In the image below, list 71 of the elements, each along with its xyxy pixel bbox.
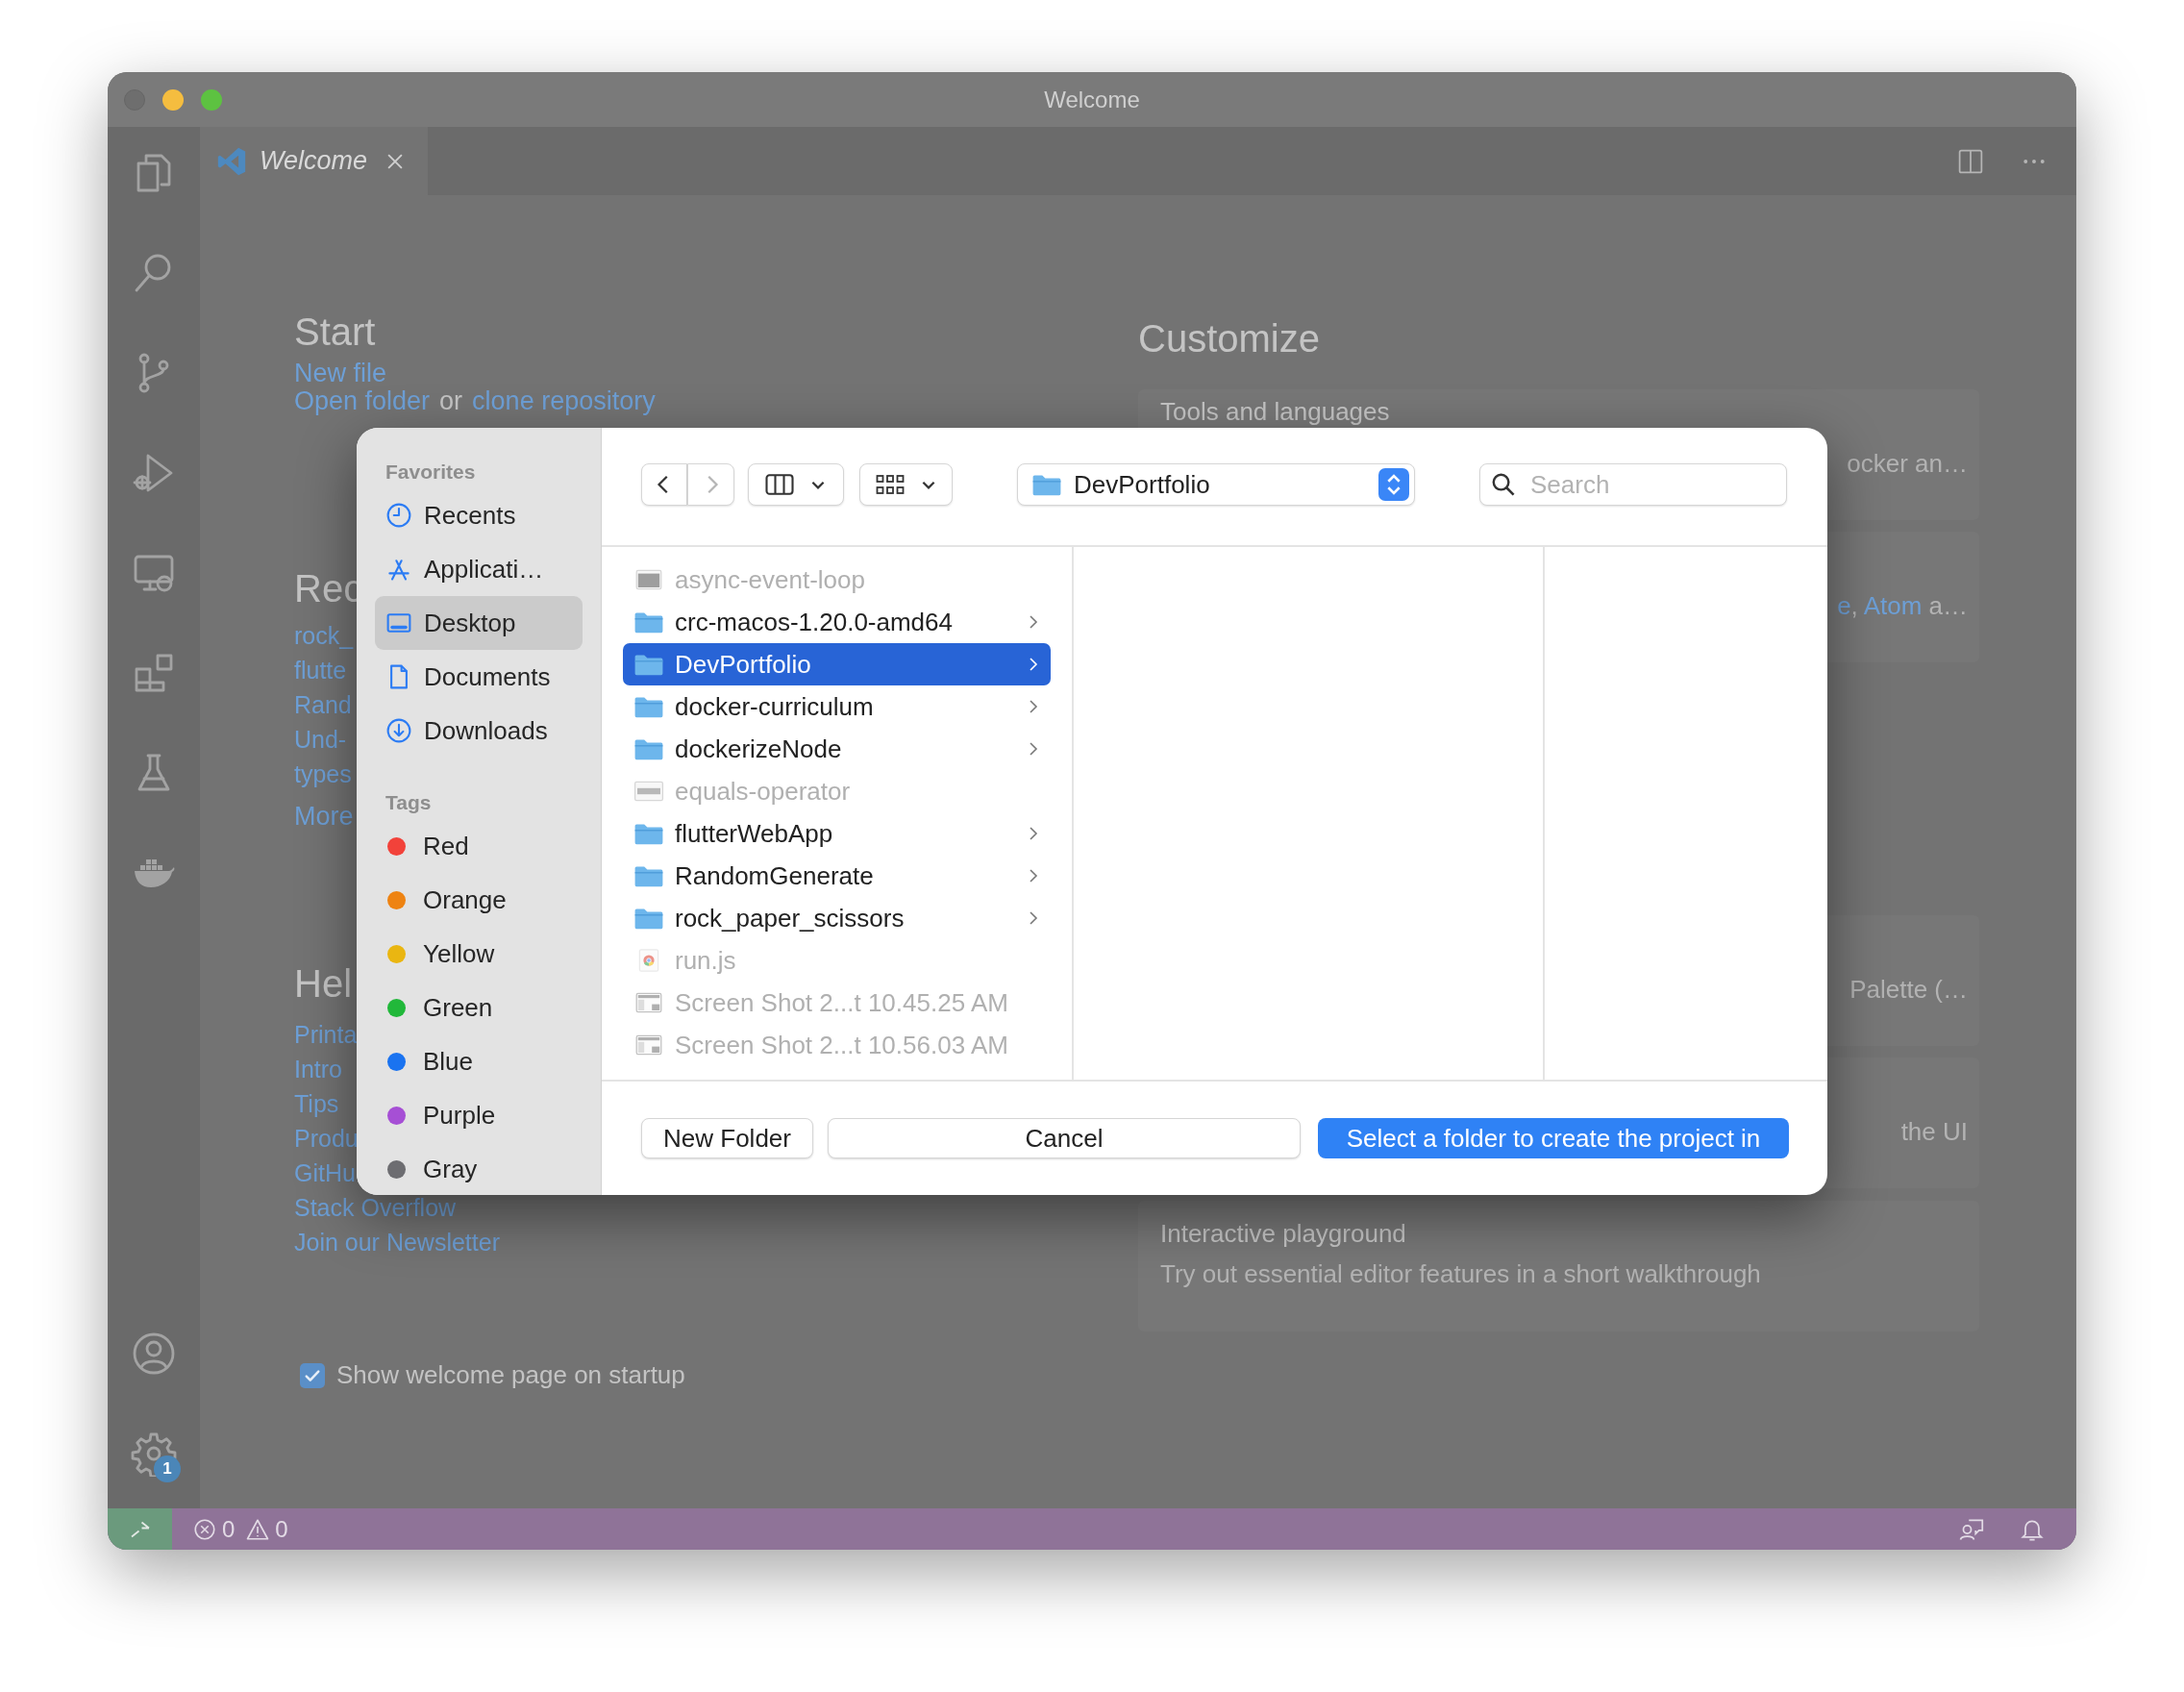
tag-item[interactable]: Orange: [375, 873, 583, 927]
account-icon[interactable]: [131, 1331, 177, 1377]
confirm-button[interactable]: Select a folder to create the project in: [1318, 1118, 1789, 1158]
card-description: e, Atom a…: [1837, 591, 1968, 620]
cancel-button[interactable]: Cancel: [828, 1118, 1301, 1158]
sidebar-heading: Tags: [385, 790, 433, 815]
recent-link[interactable]: rock_: [294, 618, 354, 653]
recents-icon: [385, 502, 412, 529]
tag-item[interactable]: Purple: [375, 1088, 583, 1142]
forward-button[interactable]: [687, 463, 734, 506]
link-separator: or: [439, 386, 463, 416]
card-title: Tools and languages: [1160, 397, 1390, 426]
tab-label: Welcome: [260, 145, 368, 178]
file-row[interactable]: rock_paper_scissors: [623, 897, 1051, 939]
recent-link[interactable]: types: [294, 757, 354, 791]
window-title: Welcome: [1044, 85, 1140, 114]
card-description: ocker an…: [1847, 449, 1968, 478]
card-description: Palette (…: [1849, 975, 1968, 1004]
grid-icon: [875, 472, 905, 497]
file-row[interactable]: crc-macos-1.20.0-amd64: [623, 601, 1051, 643]
tag-item[interactable]: Red: [375, 819, 583, 873]
minimize-window-icon[interactable]: [162, 88, 184, 111]
help-link[interactable]: Join our Newsletter: [294, 1225, 500, 1259]
downloads-icon: [385, 717, 412, 744]
file-row[interactable]: docker-curriculum: [623, 685, 1051, 728]
checkbox[interactable]: [300, 1362, 325, 1388]
recent-link[interactable]: Rand: [294, 687, 354, 722]
column-view-button[interactable]: [748, 463, 844, 506]
editor-tab[interactable]: Welcome: [200, 127, 428, 195]
error-count: 0: [222, 1514, 236, 1544]
sidebar-heading: Favorites: [385, 460, 477, 485]
search-icon: [1491, 472, 1516, 497]
problems-button[interactable]: 0 0: [193, 1511, 288, 1547]
zoom-window-icon[interactable]: [201, 88, 222, 111]
sidebar-item[interactable]: Downloads: [375, 704, 583, 758]
tag-item[interactable]: Blue: [375, 1034, 583, 1088]
recent-link[interactable]: flutte: [294, 653, 354, 687]
tag-item[interactable]: Yellow: [375, 927, 583, 981]
sidebar-item[interactable]: Recents: [375, 488, 583, 542]
card-description: Try out essential editor features in a short walkthrough: [1160, 1259, 1761, 1288]
sidebar-item[interactable]: Desktop: [375, 596, 583, 650]
new-folder-button[interactable]: New Folder: [641, 1118, 813, 1158]
file-row[interactable]: DevPortfolio: [623, 643, 1051, 685]
section-heading: Hel: [294, 961, 353, 1007]
checkbox-label: Show welcome page on startup: [336, 1359, 685, 1391]
group-view-button[interactable]: [859, 463, 953, 506]
error-icon: [193, 1517, 216, 1541]
sidebar-item[interactable]: Documents: [375, 650, 583, 704]
file-row[interactable]: RandomGenerate: [623, 855, 1051, 897]
sidebar-item[interactable]: Applicati…: [375, 542, 583, 596]
start-link[interactable]: clone repository: [472, 386, 656, 416]
walkthrough-card[interactable]: Interactive playground Try out essential editor features in a short walkthrough: [1138, 1201, 1979, 1331]
stepper-icon: [1378, 468, 1409, 501]
tag-item[interactable]: Gray: [375, 1142, 583, 1195]
tag-item[interactable]: Green: [375, 981, 583, 1034]
back-button[interactable]: [641, 463, 687, 506]
path-popup[interactable]: DevPortfolio: [1017, 463, 1415, 506]
file-row[interactable]: dockerizeNode: [623, 728, 1051, 770]
section-heading: Start: [294, 310, 376, 355]
card-title: Interactive playground: [1160, 1219, 1406, 1248]
split-editor-icon[interactable]: [1957, 147, 1984, 175]
columns-icon: [765, 472, 794, 497]
search-field[interactable]: Search: [1479, 463, 1787, 506]
recent-link[interactable]: Und-: [294, 722, 354, 757]
file-row[interactable]: flutterWebApp: [623, 812, 1051, 855]
remote-button[interactable]: [108, 1508, 172, 1550]
warning-count: 0: [275, 1514, 288, 1544]
warning-icon: [246, 1517, 270, 1541]
notification-badge: 1: [154, 1456, 181, 1482]
section-heading: Customize: [1138, 316, 1321, 361]
card-description: the UI: [1900, 1117, 1968, 1146]
